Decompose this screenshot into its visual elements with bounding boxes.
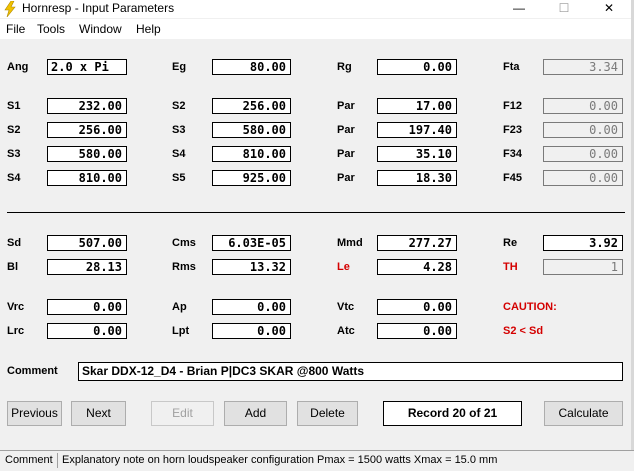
lightning-bolt-icon <box>4 1 16 17</box>
re-field[interactable]: 3.92 <box>543 235 623 251</box>
s2b-field[interactable]: 256.00 <box>212 98 291 114</box>
label-lpt: Lpt <box>172 325 190 337</box>
label-rms: Rms <box>172 261 196 273</box>
sd-field[interactable]: 507.00 <box>47 235 127 251</box>
f12-field: 0.00 <box>543 98 623 114</box>
cms-field[interactable]: 6.03E-05 <box>212 235 291 251</box>
next-button[interactable]: Next <box>71 401 126 426</box>
window-title: Hornresp - Input Parameters <box>22 1 175 15</box>
label-rg: Rg <box>337 61 352 73</box>
label-s5b: S5 <box>172 172 186 184</box>
par1-field[interactable]: 17.00 <box>377 98 457 114</box>
menu-tools[interactable]: Tools <box>37 22 65 36</box>
label-par-2: Par <box>337 124 355 136</box>
le-field[interactable]: 4.28 <box>377 259 457 275</box>
label-mmd: Mmd <box>337 237 363 249</box>
label-cms: Cms <box>172 237 196 249</box>
label-comment: Comment <box>7 365 58 377</box>
label-re: Re <box>503 237 518 249</box>
label-s1: S1 <box>7 100 21 112</box>
menu-bar: File Tools Window Help <box>0 19 634 39</box>
atc-field[interactable]: 0.00 <box>377 323 457 339</box>
s4-field[interactable]: 810.00 <box>47 170 127 186</box>
s1-field[interactable]: 232.00 <box>47 98 127 114</box>
minimize-button[interactable]: — <box>496 0 542 18</box>
label-th: TH <box>503 261 518 273</box>
calculate-button[interactable]: Calculate <box>544 401 623 426</box>
maximize-button[interactable]: ☐ <box>541 0 587 18</box>
label-eg: Eg <box>172 61 187 73</box>
label-s4b: S4 <box>172 148 186 160</box>
fta-field: 3.34 <box>543 59 623 75</box>
comment-field[interactable]: Skar DDX-12_D4 - Brian P|DC3 SKAR @800 W… <box>78 362 623 381</box>
label-par-4: Par <box>337 172 355 184</box>
label-sd: Sd <box>7 237 22 249</box>
ap-field[interactable]: 0.00 <box>212 299 291 315</box>
vrc-field[interactable]: 0.00 <box>47 299 127 315</box>
par2-field[interactable]: 197.40 <box>377 122 457 138</box>
previous-button[interactable]: Previous <box>7 401 62 426</box>
label-s3: S3 <box>7 148 21 160</box>
close-button[interactable]: ✕ <box>586 0 632 18</box>
status-bar: Comment Explanatory note on horn loudspe… <box>0 450 634 471</box>
label-par-1: Par <box>337 100 355 112</box>
label-lrc: Lrc <box>7 325 25 337</box>
f34-field: 0.00 <box>543 146 623 162</box>
label-s3b: S3 <box>172 124 186 136</box>
label-le: Le <box>337 261 350 273</box>
label-s2: S2 <box>7 124 21 136</box>
label-vrc: Vrc <box>7 301 25 313</box>
s2-field[interactable]: 256.00 <box>47 122 127 138</box>
par4-field[interactable]: 18.30 <box>377 170 457 186</box>
add-button[interactable]: Add <box>224 401 287 426</box>
eg-field[interactable]: 80.00 <box>212 59 291 75</box>
label-fta: Fta <box>503 61 520 73</box>
label-bl: Bl <box>7 261 18 273</box>
label-f12: F12 <box>503 100 522 112</box>
label-ap: Ap <box>172 301 187 313</box>
status-label: Comment <box>5 454 53 466</box>
label-vtc: Vtc <box>337 301 355 313</box>
caution-detail: S2 < Sd <box>503 325 544 337</box>
f45-field: 0.00 <box>543 170 623 186</box>
mmd-field[interactable]: 277.27 <box>377 235 457 251</box>
label-f23: F23 <box>503 124 522 136</box>
par3-field[interactable]: 35.10 <box>377 146 457 162</box>
status-separator <box>57 453 58 468</box>
f23-field: 0.00 <box>543 122 623 138</box>
label-f34: F34 <box>503 148 522 160</box>
rg-field[interactable]: 0.00 <box>377 59 457 75</box>
s5b-field[interactable]: 925.00 <box>212 170 291 186</box>
lpt-field[interactable]: 0.00 <box>212 323 291 339</box>
bl-field[interactable]: 28.13 <box>47 259 127 275</box>
label-f45: F45 <box>503 172 522 184</box>
label-atc: Atc <box>337 325 355 337</box>
menu-window[interactable]: Window <box>79 22 122 36</box>
label-s4: S4 <box>7 172 21 184</box>
menu-file[interactable]: File <box>6 22 25 36</box>
label-s2b: S2 <box>172 100 186 112</box>
label-par-3: Par <box>337 148 355 160</box>
label-ang: Ang <box>7 61 29 73</box>
delete-button[interactable]: Delete <box>297 401 358 426</box>
title-bar: Hornresp - Input Parameters — ☐ ✕ <box>0 0 634 18</box>
status-text: Explanatory note on horn loudspeaker con… <box>62 454 498 466</box>
caution-label: CAUTION: <box>503 301 557 313</box>
s3b-field[interactable]: 580.00 <box>212 122 291 138</box>
record-indicator: Record 20 of 21 <box>383 401 522 426</box>
section-divider <box>7 212 625 213</box>
edit-button[interactable]: Edit <box>151 401 214 426</box>
s4b-field[interactable]: 810.00 <box>212 146 291 162</box>
lrc-field[interactable]: 0.00 <box>47 323 127 339</box>
s3-field[interactable]: 580.00 <box>47 146 127 162</box>
th-field: 1 <box>543 259 623 275</box>
vtc-field[interactable]: 0.00 <box>377 299 457 315</box>
ang-field[interactable]: 2.0 x Pi <box>47 59 127 75</box>
rms-field[interactable]: 13.32 <box>212 259 291 275</box>
menu-help[interactable]: Help <box>136 22 161 36</box>
